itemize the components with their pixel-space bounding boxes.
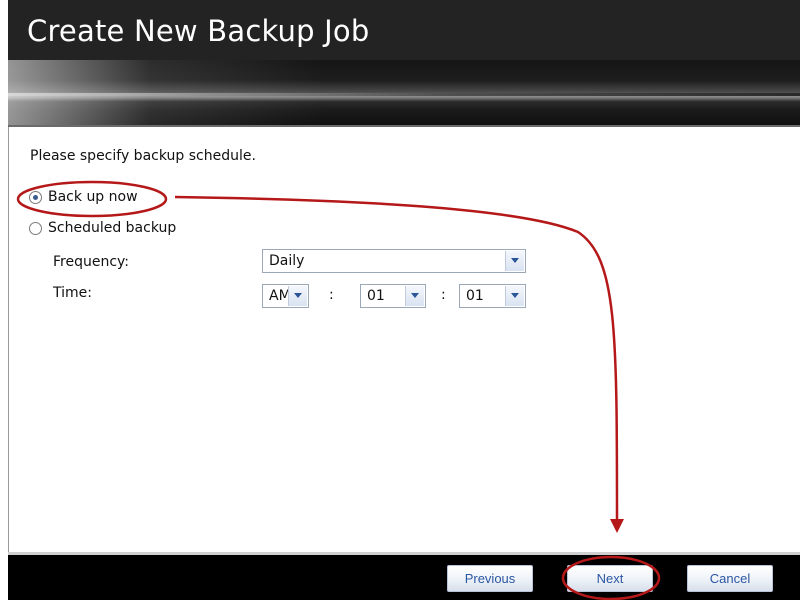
frequency-value: Daily — [269, 253, 305, 269]
next-button[interactable]: Next — [567, 565, 653, 592]
frequency-label: Frequency: — [53, 254, 130, 270]
frequency-select[interactable]: Daily — [262, 249, 526, 273]
hour-value: 01 — [367, 288, 385, 304]
chevron-down-icon[interactable] — [405, 286, 424, 306]
dialog-title: Create New Backup Job — [27, 14, 370, 48]
content-panel: Please specify backup schedule. Back up … — [8, 127, 800, 552]
hour-select[interactable]: 01 — [360, 284, 426, 308]
banner-shine — [8, 93, 800, 96]
minute-value: 01 — [466, 288, 484, 304]
scheduled-backup-option[interactable]: Scheduled backup — [29, 220, 176, 236]
previous-button[interactable]: Previous — [447, 565, 533, 592]
backup-now-label: Back up now — [48, 189, 138, 205]
instruction-text: Please specify backup schedule. — [30, 148, 256, 164]
time-label: Time: — [53, 285, 92, 301]
chevron-down-icon[interactable] — [288, 286, 307, 306]
backup-now-radio[interactable] — [29, 190, 42, 204]
scheduled-backup-radio[interactable] — [29, 221, 42, 235]
footer-bar — [8, 552, 800, 600]
scheduled-backup-label: Scheduled backup — [48, 220, 177, 236]
title-bar: Create New Backup Job — [8, 0, 800, 60]
backup-dialog: Create New Backup Job Please specify bac… — [0, 0, 800, 600]
time-separator: : — [441, 287, 446, 303]
backup-now-option[interactable]: Back up now — [29, 189, 138, 205]
cancel-button[interactable]: Cancel — [687, 565, 773, 592]
footer-divider — [8, 552, 800, 555]
header-banner — [8, 60, 800, 127]
chevron-down-icon[interactable] — [505, 251, 524, 271]
ampm-select[interactable]: AM — [262, 284, 309, 308]
time-separator: : — [329, 287, 334, 303]
chevron-down-icon[interactable] — [505, 286, 524, 306]
minute-select[interactable]: 01 — [459, 284, 526, 308]
